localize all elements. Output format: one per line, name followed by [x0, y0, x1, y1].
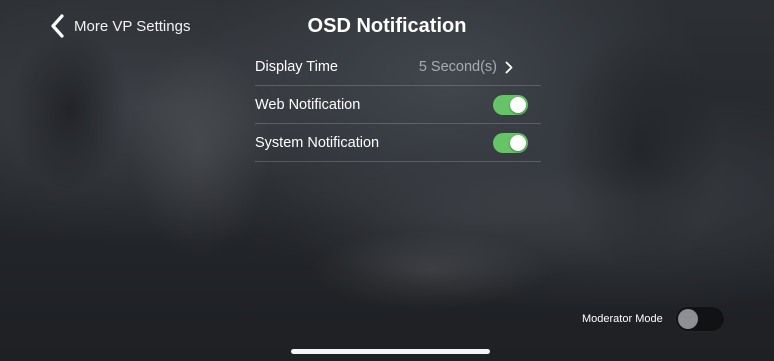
moderator-mode-toggle[interactable] [674, 306, 725, 332]
toggle-knob [510, 97, 526, 113]
system-notification-label: System Notification [255, 135, 380, 151]
display-time-value-group: 5 Second(s) [419, 59, 513, 75]
toggle-knob [510, 135, 526, 151]
web-notification-row: Web Notification [247, 86, 541, 124]
display-time-row[interactable]: Display Time 5 Second(s) [247, 48, 541, 86]
home-indicator[interactable] [291, 349, 490, 354]
system-notification-toggle[interactable] [493, 133, 528, 153]
chevron-right-icon [505, 61, 513, 73]
web-notification-label: Web Notification [255, 97, 361, 113]
settings-list: Display Time 5 Second(s) Web Notificatio… [247, 48, 541, 162]
display-time-label: Display Time [255, 59, 338, 75]
system-notification-row: System Notification [247, 124, 541, 162]
moderator-mode-label: Moderator Mode [582, 313, 663, 325]
osd-notification-screen: More VP Settings OSD Notification Displa… [0, 0, 774, 361]
toggle-knob [677, 309, 698, 329]
display-time-value: 5 Second(s) [418, 59, 497, 75]
moderator-mode-control: Moderator Mode [582, 306, 725, 332]
page-title: OSD Notification [307, 15, 467, 37]
web-notification-toggle[interactable] [493, 95, 528, 115]
